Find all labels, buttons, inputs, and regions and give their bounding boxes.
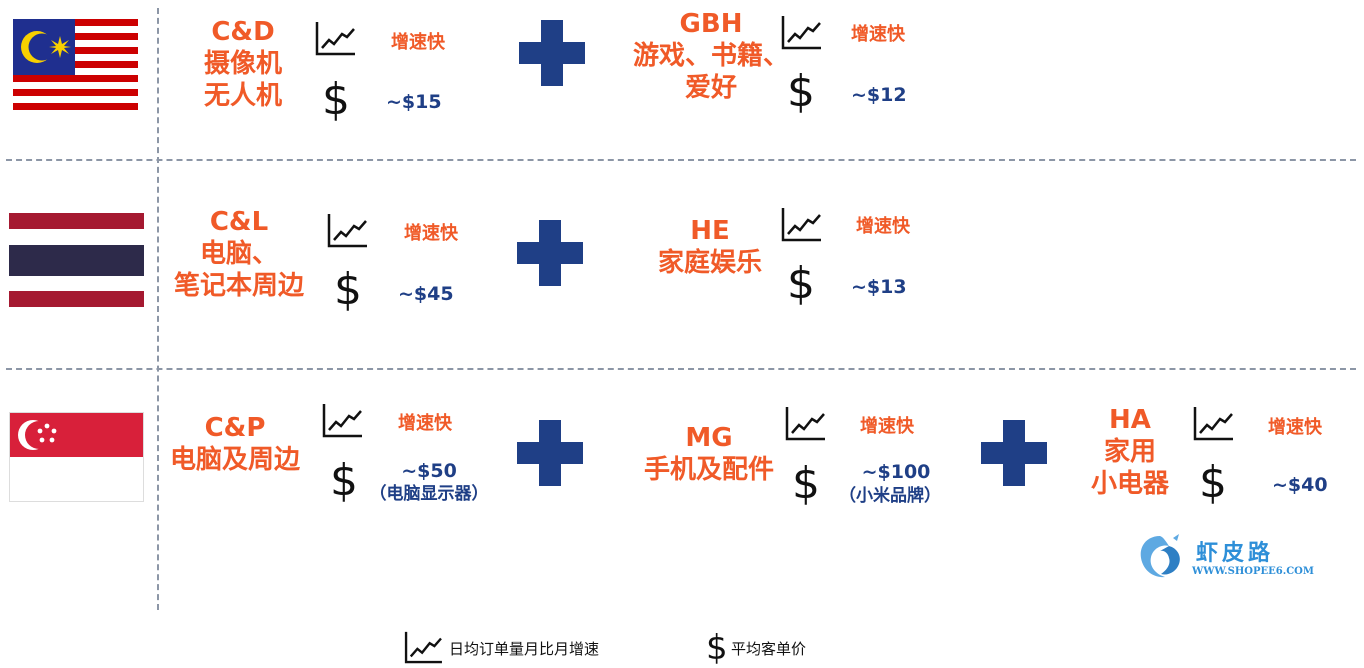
growth-label: 增速快 xyxy=(398,413,452,434)
avg-price: ~$13 xyxy=(851,276,907,298)
growth-chart-icon xyxy=(781,16,821,50)
vertical-divider xyxy=(157,8,159,610)
dollar-icon: $ xyxy=(322,74,350,125)
category-name: MG 手机及配件 xyxy=(643,423,774,485)
price-note: （小米品牌） xyxy=(839,486,941,506)
category-name: GBH 游戏、书籍、 爱好 xyxy=(632,9,789,103)
growth-chart-icon xyxy=(404,631,442,664)
growth-chart-icon xyxy=(322,404,362,438)
category-name: HE 家庭娱乐 xyxy=(657,216,762,278)
avg-price: ~$15 xyxy=(386,91,442,113)
growth-label: 增速快 xyxy=(851,24,905,45)
dragon-logo-icon xyxy=(1140,534,1180,578)
avg-price: ~$12 xyxy=(851,84,907,106)
growth-chart-icon xyxy=(1193,407,1233,441)
row-divider-1 xyxy=(6,159,1356,161)
avg-price: ~$50 xyxy=(401,460,457,482)
growth-chart-icon xyxy=(785,407,825,441)
dollar-icon: $ xyxy=(1199,457,1227,508)
growth-label: 增速快 xyxy=(860,416,914,437)
category-name: C&L 电脑、 笔记本周边 xyxy=(173,207,304,301)
growth-label: 增速快 xyxy=(391,32,445,53)
plus-icon xyxy=(519,20,585,86)
growth-label: 增速快 xyxy=(1268,417,1322,438)
growth-chart-icon xyxy=(327,214,367,248)
watermark-name: 虾皮路 xyxy=(1196,541,1275,566)
avg-price: ~$45 xyxy=(398,283,454,305)
growth-chart-icon xyxy=(315,22,355,56)
plus-icon xyxy=(517,220,583,286)
price-note: （电脑显示器） xyxy=(369,484,489,504)
avg-price: ~$100 xyxy=(861,461,931,483)
plus-icon xyxy=(517,420,583,486)
category-name: C&D 摄像机 无人机 xyxy=(203,17,282,111)
growth-label: 增速快 xyxy=(404,223,458,244)
growth-chart-icon xyxy=(781,208,821,242)
legend-price-label: 平均客单价 xyxy=(731,640,807,658)
dollar-icon: $ xyxy=(330,455,358,506)
category-name: HA 家用 小电器 xyxy=(1090,405,1169,499)
watermark-url: WWW.SHOPEE6.COM xyxy=(1192,566,1314,577)
legend-growth-label: 日均订单量月比月增速 xyxy=(449,640,600,658)
singapore-flag xyxy=(9,412,144,502)
dollar-icon: $ xyxy=(706,628,728,668)
row-divider-2 xyxy=(6,368,1356,370)
category-name: C&P 电脑及周边 xyxy=(169,413,300,475)
thailand-flag xyxy=(9,213,144,307)
avg-price: ~$40 xyxy=(1272,474,1328,496)
malaysia-flag xyxy=(13,19,138,117)
dollar-icon: $ xyxy=(787,66,815,117)
dollar-icon: $ xyxy=(787,258,815,309)
dollar-icon: $ xyxy=(792,458,820,509)
plus-icon xyxy=(981,420,1047,486)
dollar-icon: $ xyxy=(334,264,362,315)
growth-label: 增速快 xyxy=(856,216,910,237)
